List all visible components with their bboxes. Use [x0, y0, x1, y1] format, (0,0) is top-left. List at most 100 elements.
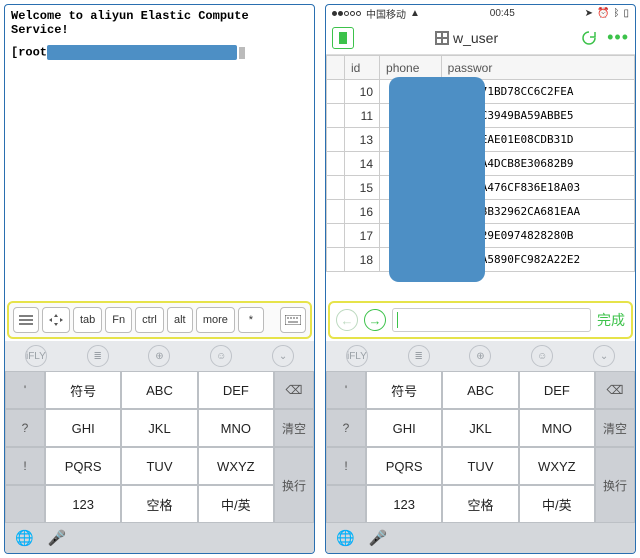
done-button[interactable]: 完成: [597, 310, 625, 330]
column-header[interactable]: id: [345, 56, 380, 80]
refresh-button[interactable]: [579, 28, 599, 48]
key-ghi[interactable]: GHI: [45, 409, 121, 447]
prev-button[interactable]: ←: [336, 309, 358, 331]
keyboard: ' 符号 ABC DEF ⌫ ? GHI JKL MNO 清空 ! PQRS T…: [5, 371, 314, 523]
key-backspace[interactable]: ⌫: [595, 371, 635, 409]
keyboard-suggest-row: iFLY ≣ ⊕ ☺ ⌄: [5, 341, 314, 371]
terminal-welcome: Welcome to aliyun Elastic Compute Servic…: [11, 9, 308, 37]
key-def[interactable]: DEF: [198, 371, 274, 409]
signal-icon: [332, 8, 362, 19]
terminal-prompt: [root: [11, 45, 308, 60]
key-123[interactable]: 123: [366, 485, 442, 523]
back-button[interactable]: [332, 27, 354, 49]
keyboard-bottom-bar: 🌐 🎤: [326, 523, 635, 553]
suggest-plus-icon[interactable]: ⊕: [469, 345, 491, 367]
globe-icon[interactable]: 🌐: [336, 529, 355, 547]
clock: 00:45: [490, 8, 515, 19]
edit-input[interactable]: [392, 308, 591, 332]
mic-icon[interactable]: 🎤: [48, 529, 67, 547]
mic-icon[interactable]: 🎤: [369, 529, 388, 547]
wifi-icon: ▲: [410, 8, 420, 19]
key-blank[interactable]: [5, 485, 45, 523]
next-button[interactable]: →: [364, 309, 386, 331]
suggest-emoji-icon[interactable]: ☺: [531, 345, 553, 367]
terminal[interactable]: Welcome to aliyun Elastic Compute Servic…: [5, 5, 314, 299]
fn-key-alt[interactable]: alt: [167, 307, 193, 333]
key-abc[interactable]: ABC: [442, 371, 518, 409]
redacted-host: [47, 45, 237, 60]
key-tuv[interactable]: TUV: [121, 447, 197, 485]
suggest-collapse-icon[interactable]: ⌄: [593, 345, 615, 367]
keyboard-suggest-row: iFLY ≣ ⊕ ☺ ⌄: [326, 341, 635, 371]
key-exclaim[interactable]: !: [5, 447, 45, 485]
key-question[interactable]: ?: [326, 409, 366, 447]
location-icon: ➤: [585, 8, 593, 19]
suggest-list-icon[interactable]: ≣: [408, 345, 430, 367]
keyboard-toggle-icon[interactable]: [280, 307, 306, 333]
key-lang[interactable]: 中/英: [198, 485, 274, 523]
key-ghi[interactable]: GHI: [366, 409, 442, 447]
fn-key-fn[interactable]: Fn: [105, 307, 132, 333]
suggest-ifly-icon[interactable]: iFLY: [25, 345, 47, 367]
suggest-collapse-icon[interactable]: ⌄: [272, 345, 294, 367]
globe-icon[interactable]: 🌐: [15, 529, 34, 547]
nav-title: w_user: [362, 30, 571, 46]
cursor-icon: [239, 47, 245, 59]
phone-right: 中国移动 ▲ 00:45 ➤ ⏰ ᛒ ▯ w_user ••• idphonep…: [325, 4, 636, 554]
more-button[interactable]: •••: [607, 27, 629, 48]
key-symbols[interactable]: 符号: [45, 371, 121, 409]
key-mno[interactable]: MNO: [198, 409, 274, 447]
suggest-ifly-icon[interactable]: iFLY: [346, 345, 368, 367]
key-wxyz[interactable]: WXYZ: [198, 447, 274, 485]
key-123[interactable]: 123: [45, 485, 121, 523]
fn-key-more[interactable]: more: [196, 307, 235, 333]
arrows-icon[interactable]: [42, 307, 70, 333]
battery-icon: ▯: [624, 8, 630, 19]
key-def[interactable]: DEF: [519, 371, 595, 409]
key-apostrophe[interactable]: ': [5, 371, 45, 409]
fn-key-star[interactable]: *: [238, 307, 264, 333]
key-jkl[interactable]: JKL: [442, 409, 518, 447]
suggest-plus-icon[interactable]: ⊕: [148, 345, 170, 367]
fn-key-tab[interactable]: tab: [73, 307, 102, 333]
hamburger-icon[interactable]: [13, 307, 39, 333]
key-tuv[interactable]: TUV: [442, 447, 518, 485]
key-newline[interactable]: 换行: [595, 447, 635, 523]
key-question[interactable]: ?: [5, 409, 45, 447]
redacted-phone-column: [389, 77, 485, 282]
carrier-label: 中国移动: [366, 6, 406, 21]
bluetooth-icon: ᛒ: [614, 8, 620, 19]
keyboard: ' 符号 ABC DEF ⌫ ? GHI JKL MNO 清空 ! PQRS T…: [326, 371, 635, 523]
key-mno[interactable]: MNO: [519, 409, 595, 447]
key-jkl[interactable]: JKL: [121, 409, 197, 447]
table-icon: [435, 31, 449, 45]
key-space[interactable]: 空格: [121, 485, 197, 523]
key-space[interactable]: 空格: [442, 485, 518, 523]
key-symbols[interactable]: 符号: [366, 371, 442, 409]
key-backspace[interactable]: ⌫: [274, 371, 314, 409]
suggest-emoji-icon[interactable]: ☺: [210, 345, 232, 367]
edit-row: ← → 完成: [328, 301, 633, 339]
column-header[interactable]: phone: [380, 56, 442, 80]
key-pqrs[interactable]: PQRS: [45, 447, 121, 485]
key-clear[interactable]: 清空: [274, 409, 314, 447]
key-apostrophe[interactable]: ': [326, 371, 366, 409]
phone-left: Welcome to aliyun Elastic Compute Servic…: [4, 4, 315, 554]
key-blank[interactable]: [326, 485, 366, 523]
key-abc[interactable]: ABC: [121, 371, 197, 409]
key-lang[interactable]: 中/英: [519, 485, 595, 523]
key-newline[interactable]: 换行: [274, 447, 314, 523]
alarm-icon: ⏰: [597, 8, 609, 19]
fn-key-ctrl[interactable]: ctrl: [135, 307, 164, 333]
key-exclaim[interactable]: !: [326, 447, 366, 485]
column-header[interactable]: [327, 56, 345, 80]
key-pqrs[interactable]: PQRS: [366, 447, 442, 485]
key-clear[interactable]: 清空: [595, 409, 635, 447]
status-bar: 中国移动 ▲ 00:45 ➤ ⏰ ᛒ ▯: [326, 5, 635, 21]
keyboard-bottom-bar: 🌐 🎤: [5, 523, 314, 553]
nav-bar: w_user •••: [326, 21, 635, 55]
column-header[interactable]: passwor: [441, 56, 634, 80]
key-wxyz[interactable]: WXYZ: [519, 447, 595, 485]
terminal-fn-row: tab Fn ctrl alt more *: [7, 301, 312, 339]
suggest-list-icon[interactable]: ≣: [87, 345, 109, 367]
